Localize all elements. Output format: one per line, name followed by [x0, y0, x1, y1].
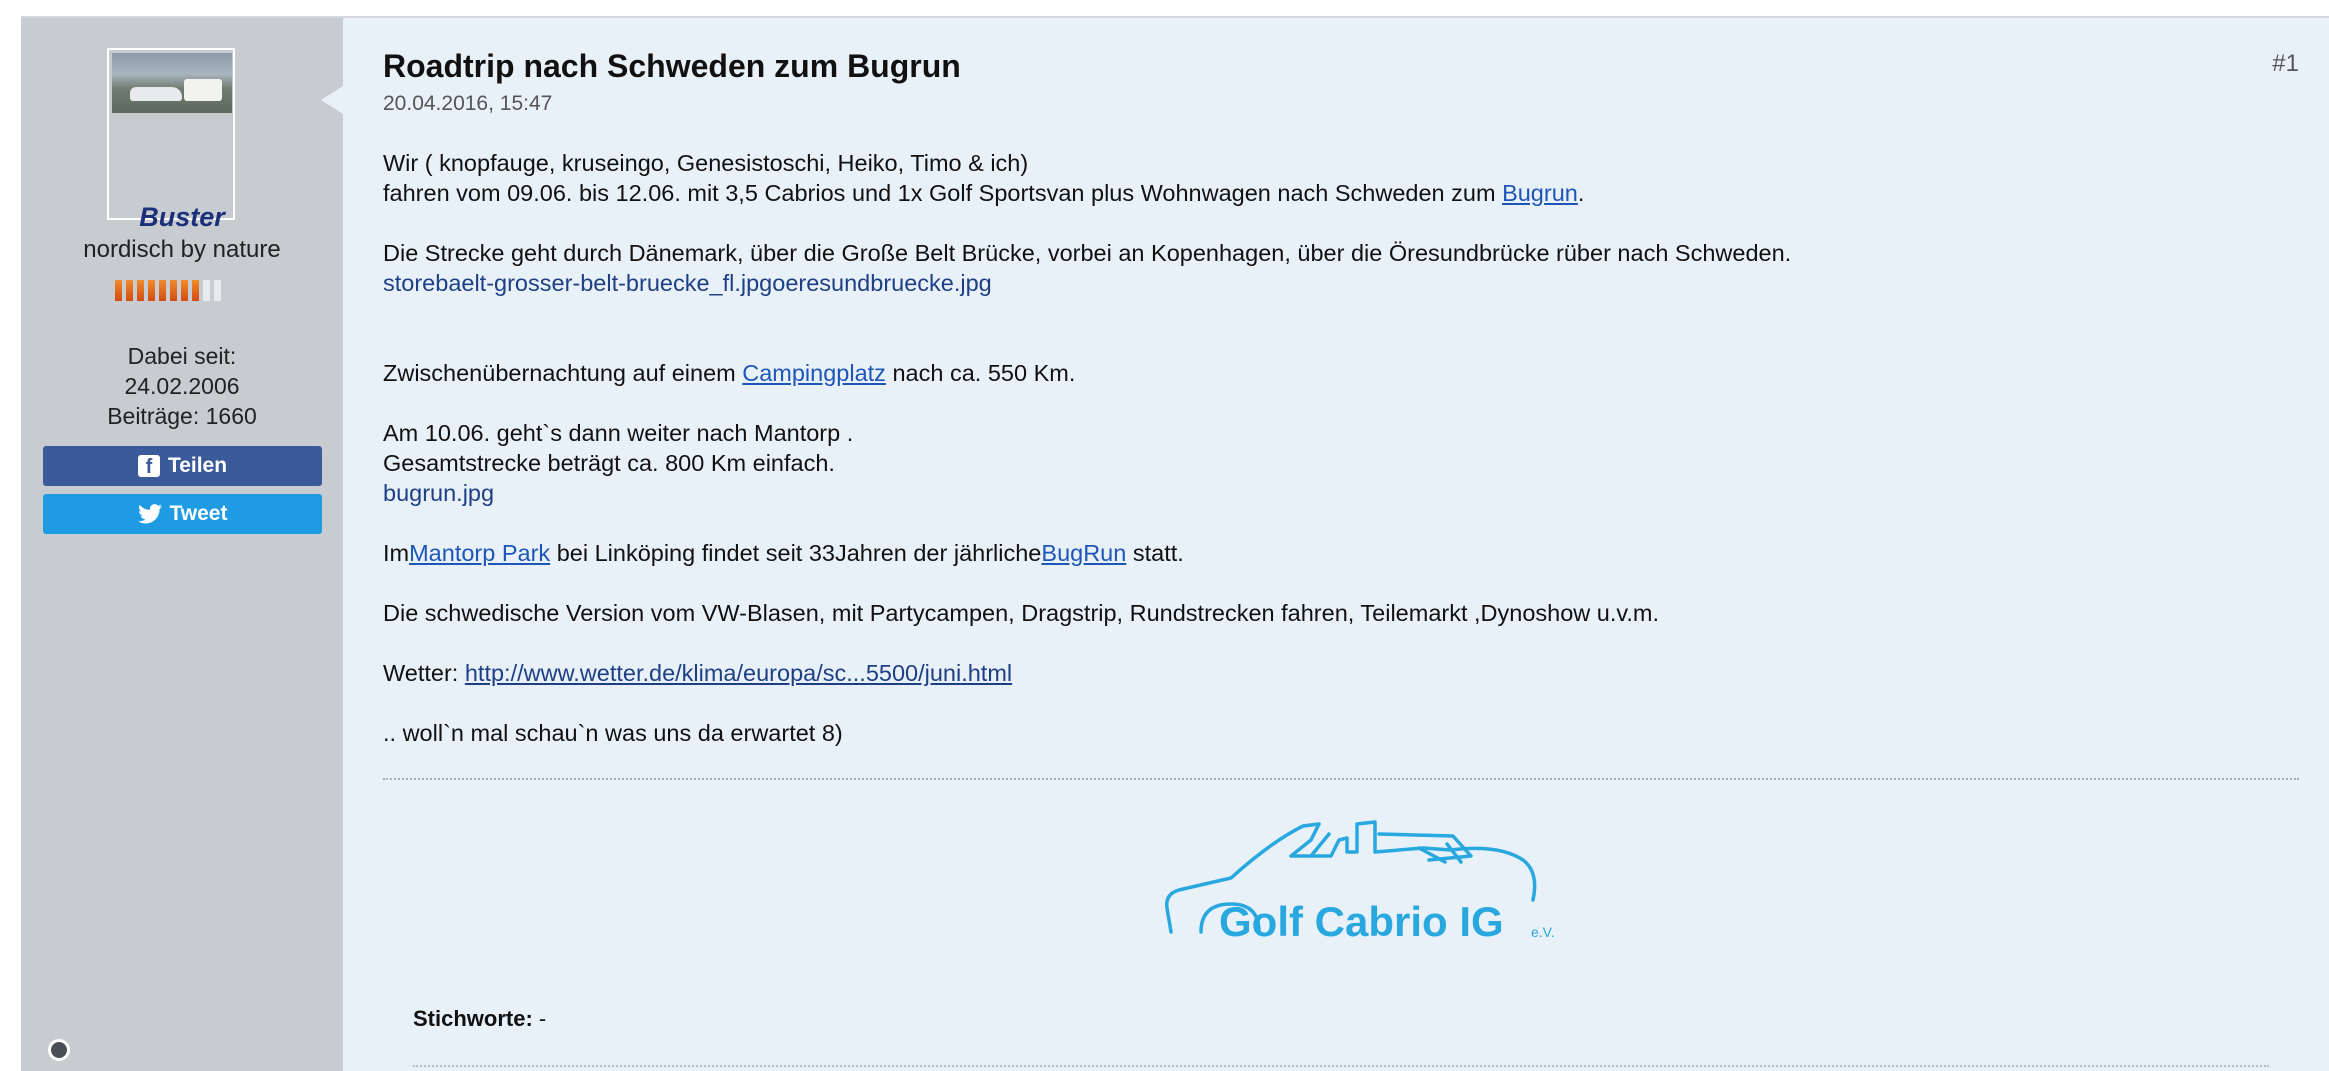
text: bei Linköping findet seit 33Jahren der j… [550, 540, 1042, 566]
paragraph-closing: .. woll`n mal schau`n was uns da erwarte… [383, 718, 2283, 748]
paragraph-bugrun: ImMantorp Park bei Linköping findet seit… [383, 538, 2283, 568]
text: Am 10.06. geht`s dann weiter nach Mantor… [383, 420, 854, 446]
paragraph-route: Die Strecke geht durch Dänemark, über di… [383, 238, 2283, 298]
author-rank-bar [115, 280, 221, 301]
facebook-share-button[interactable]: f Teilen [43, 446, 322, 486]
avatar-car-shape [130, 87, 182, 101]
golf-cabrio-ig-logo: Golf Cabrio IG e.V. [1165, 820, 1555, 945]
paragraph-participants: Wir ( knopfauge, kruseingo, Genesistosch… [383, 148, 2283, 208]
paragraph-overnight: Zwischenübernachtung auf einem Campingpl… [383, 358, 2283, 388]
rank-segment [159, 280, 166, 301]
text: .. woll`n mal schau`n was uns da erwarte… [383, 720, 843, 746]
attachment-link-oeresund[interactable]: oeresundbruecke.jpg [772, 270, 992, 296]
speech-arrow [321, 86, 343, 114]
author-sidebar: Buster nordisch by nature Dabei seit: 24… [21, 18, 343, 1071]
bugrun-event-link[interactable]: BugRun [1041, 540, 1126, 566]
rank-segment [115, 280, 122, 301]
twitter-share-label: Tweet [169, 502, 228, 525]
author-info: Dabei seit: 24.02.2006 Beiträge: 1660 [21, 341, 343, 431]
mantorp-park-link[interactable]: Mantorp Park [409, 540, 550, 566]
post-number-link[interactable]: #1 [2272, 50, 2299, 78]
text: Wir ( knopfauge, kruseingo, Genesistosch… [383, 150, 1029, 176]
post-content: Roadtrip nach Schweden zum Bugrun 20.04.… [343, 18, 2329, 1071]
text: Die Strecke geht durch Dänemark, über di… [383, 240, 1792, 266]
logo-suffix: e.V. [1531, 924, 1555, 940]
avatar[interactable] [107, 48, 235, 220]
campingplatz-link[interactable]: Campingplatz [742, 360, 886, 386]
member-since-label: Dabei seit: [127, 343, 237, 369]
author-user-title: nordisch by nature [83, 236, 281, 263]
rank-segment [148, 280, 155, 301]
logo-text: Golf Cabrio IG [1219, 898, 1504, 945]
tags-label: Stichworte: [413, 1006, 533, 1031]
weather-link[interactable]: http://www.wetter.de/klima/europa/sc...5… [465, 660, 1012, 686]
rank-segment [137, 280, 144, 301]
rank-segment [192, 280, 199, 301]
bugrun-link[interactable]: Bugrun [1502, 180, 1578, 206]
text: Zwischenübernachtung auf einem [383, 360, 743, 386]
post-title: Roadtrip nach Schweden zum Bugrun [383, 48, 961, 84]
paragraph-mantorp: Am 10.06. geht`s dann weiter nach Mantor… [383, 418, 2283, 508]
online-status-icon [48, 1039, 70, 1061]
rank-segment [203, 280, 210, 301]
paragraph-description: Die schwedische Version vom VW-Blasen, m… [383, 598, 2283, 628]
author-username[interactable]: Buster [21, 202, 343, 233]
avatar-image [112, 53, 232, 113]
text: Die schwedische Version vom VW-Blasen, m… [383, 600, 1660, 626]
text: Im [383, 540, 410, 566]
member-since-date: 24.02.2006 [124, 373, 240, 399]
twitter-share-button[interactable]: Tweet [43, 494, 322, 534]
text: nach ca. 550 Km. [885, 360, 1076, 386]
paragraph-weather: Wetter: http://www.wetter.de/klima/europ… [383, 658, 2283, 688]
text: Wetter: [383, 660, 465, 686]
avatar-trailer-shape [184, 79, 222, 101]
signature-divider [383, 778, 2299, 780]
forum-post: Buster nordisch by nature Dabei seit: 24… [21, 16, 2329, 1071]
post-body: Wir ( knopfauge, kruseingo, Genesistosch… [383, 148, 2283, 778]
text: statt. [1126, 540, 1184, 566]
twitter-icon [137, 504, 162, 524]
facebook-icon: f [137, 455, 160, 477]
facebook-share-label: Teilen [167, 454, 228, 477]
post-date: 20.04.2016, 15:47 [383, 92, 553, 115]
attachment-link-storebaelt[interactable]: storebaelt-grosser-belt-bruecke_fl.jpg [383, 270, 772, 296]
rank-segment [181, 280, 188, 301]
text: fahren vom 09.06. bis 12.06. mit 3,5 Cab… [383, 180, 1503, 206]
tags-value: - [532, 1006, 547, 1031]
tags-divider [413, 1065, 2269, 1067]
text: Gesamtstrecke beträgt ca. 800 Km einfach… [383, 450, 835, 476]
attachment-link-bugrun[interactable]: bugrun.jpg [383, 480, 494, 506]
rank-segment [126, 280, 133, 301]
rank-segment [170, 280, 177, 301]
rank-segment [214, 280, 221, 301]
tags: Stichworte: - [413, 1006, 546, 1032]
post-count: Beiträge: 1660 [107, 403, 257, 429]
text: . [1577, 180, 1585, 206]
